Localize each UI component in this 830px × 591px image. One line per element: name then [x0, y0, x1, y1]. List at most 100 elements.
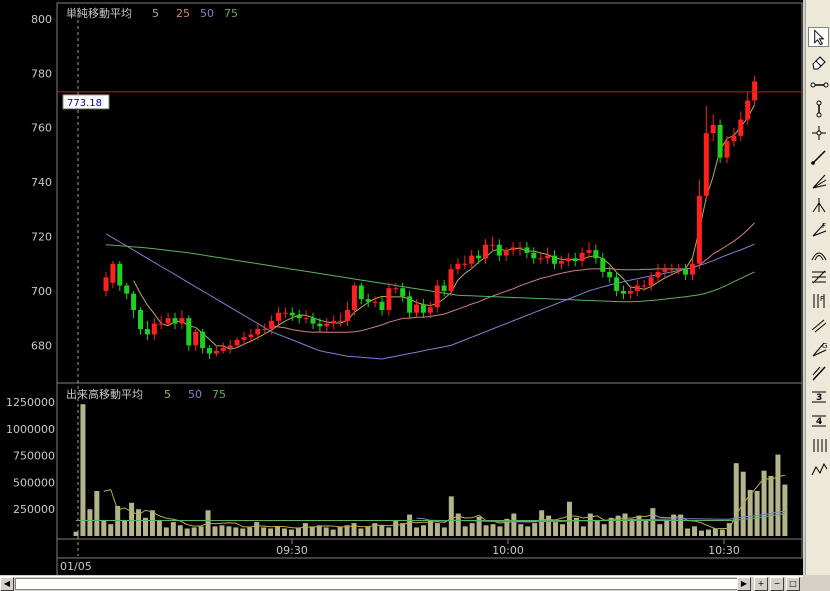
volume-bar	[261, 527, 267, 536]
volume-bar	[80, 404, 86, 536]
horizontal-line-icon[interactable]	[808, 75, 829, 95]
price-tick-label: 800	[31, 13, 52, 26]
scroll-left-button[interactable]: ◀	[0, 577, 14, 591]
candle-body	[517, 247, 523, 249]
panel-toggle-button[interactable]: □	[786, 577, 800, 591]
candle-body	[752, 81, 758, 101]
volume-bar	[94, 491, 100, 536]
candle-body	[655, 271, 661, 278]
fibonacci-fan-icon[interactable]: F	[808, 219, 829, 239]
zoom-out-button[interactable]: −	[770, 577, 784, 591]
candle-body	[207, 348, 212, 354]
candle-body	[282, 312, 288, 314]
candle-body	[317, 323, 323, 327]
volume-bar	[462, 526, 468, 536]
volume-bar	[622, 513, 628, 536]
volume-bar	[775, 454, 781, 536]
candle-body	[427, 307, 433, 313]
candle-body	[579, 252, 585, 262]
volume-bar	[170, 522, 176, 536]
candle-body	[690, 263, 695, 275]
fibonacci-retracement-icon[interactable]	[808, 267, 829, 287]
candle-body	[407, 296, 413, 313]
svg-text:3: 3	[816, 393, 822, 403]
scroll-right-button[interactable]: ▶	[737, 577, 751, 591]
cross-line-icon[interactable]	[808, 123, 829, 143]
volume-bar	[532, 523, 538, 536]
candle-body	[193, 331, 199, 346]
volume-bar	[511, 513, 517, 536]
candle-body	[262, 329, 268, 331]
horizontal-scrollbar[interactable]: ◀ ▶ + − □	[0, 576, 803, 591]
zigzag-icon[interactable]	[808, 459, 829, 479]
price-indicator-label: 単純移動平均	[66, 6, 132, 20]
volume-bar	[219, 525, 225, 536]
volume-tick-label: 1250000	[6, 396, 55, 409]
volume-bar	[337, 526, 343, 536]
fibonacci-arc-icon[interactable]	[808, 243, 829, 263]
candle-body	[434, 285, 440, 308]
candle-body	[627, 290, 633, 294]
volume-bar	[754, 491, 760, 536]
zoom-in-button[interactable]: +	[754, 577, 768, 591]
candle-body	[255, 329, 261, 335]
volume-bar	[733, 463, 739, 536]
candle-body	[158, 323, 164, 325]
volume-bar	[719, 529, 725, 536]
candle-body	[420, 304, 426, 313]
trend-line-icon[interactable]	[808, 147, 829, 167]
volume-bar	[414, 527, 420, 536]
volume-bar	[782, 484, 788, 536]
volume-bar	[546, 515, 552, 536]
volume-bar	[149, 510, 155, 536]
candle-body	[138, 309, 143, 330]
candle-body	[358, 285, 364, 300]
cycle-line-icon[interactable]	[808, 435, 829, 455]
candle-body	[345, 309, 350, 321]
volume-bar	[275, 526, 281, 536]
vertical-line-icon[interactable]	[808, 99, 829, 119]
volume-bar	[386, 527, 392, 536]
candle-body	[710, 124, 716, 134]
volume-bar	[553, 522, 559, 536]
price-ma-label: 50	[200, 7, 214, 20]
volume-bar	[629, 518, 635, 536]
time-tick-label: 10:00	[492, 544, 524, 557]
cursor-icon[interactable]	[808, 27, 829, 47]
candle-body	[386, 288, 392, 310]
volume-bar	[448, 496, 454, 536]
pitchfork-icon[interactable]	[808, 195, 829, 215]
volume-bar	[198, 526, 204, 536]
eraser-icon[interactable]	[808, 51, 829, 71]
candle-body	[351, 285, 357, 310]
volume-bar	[122, 519, 128, 536]
volume-bar	[657, 524, 663, 536]
candle-body	[476, 255, 482, 259]
price-ma-label: 75	[224, 7, 238, 20]
candle-body	[165, 318, 171, 324]
fan-line-icon[interactable]	[808, 171, 829, 191]
price-tick-label: 780	[31, 67, 52, 80]
volume-bar	[566, 501, 572, 536]
candle-body	[696, 195, 702, 264]
volume-bar	[87, 509, 93, 536]
regression-line-icon[interactable]	[808, 363, 829, 383]
candle-body	[717, 124, 723, 158]
candle-body	[634, 285, 640, 291]
fibonacci-time-icon[interactable]: F	[808, 291, 829, 311]
candle-body	[545, 255, 551, 259]
three-line-icon[interactable]: 3	[808, 387, 829, 407]
scroll-thumb[interactable]	[15, 578, 751, 590]
candle-body	[117, 263, 123, 286]
price-tick-label: 740	[31, 176, 52, 189]
price-tick-label: 760	[31, 122, 52, 135]
volume-ma-label: 75	[212, 388, 226, 401]
stock-chart[interactable]: 単純移動平均 5 25 50 75 出来高移動平均 5 50 75 800 780 760 74…	[0, 0, 803, 575]
parallel-line-icon[interactable]	[808, 315, 829, 335]
volume-bar	[191, 527, 197, 536]
candle-body	[372, 301, 378, 303]
candle-body	[531, 252, 537, 259]
price-line-label: 773.18	[67, 98, 102, 109]
four-line-icon[interactable]: 4	[808, 411, 829, 431]
gann-fan-icon[interactable]: G	[808, 339, 829, 359]
